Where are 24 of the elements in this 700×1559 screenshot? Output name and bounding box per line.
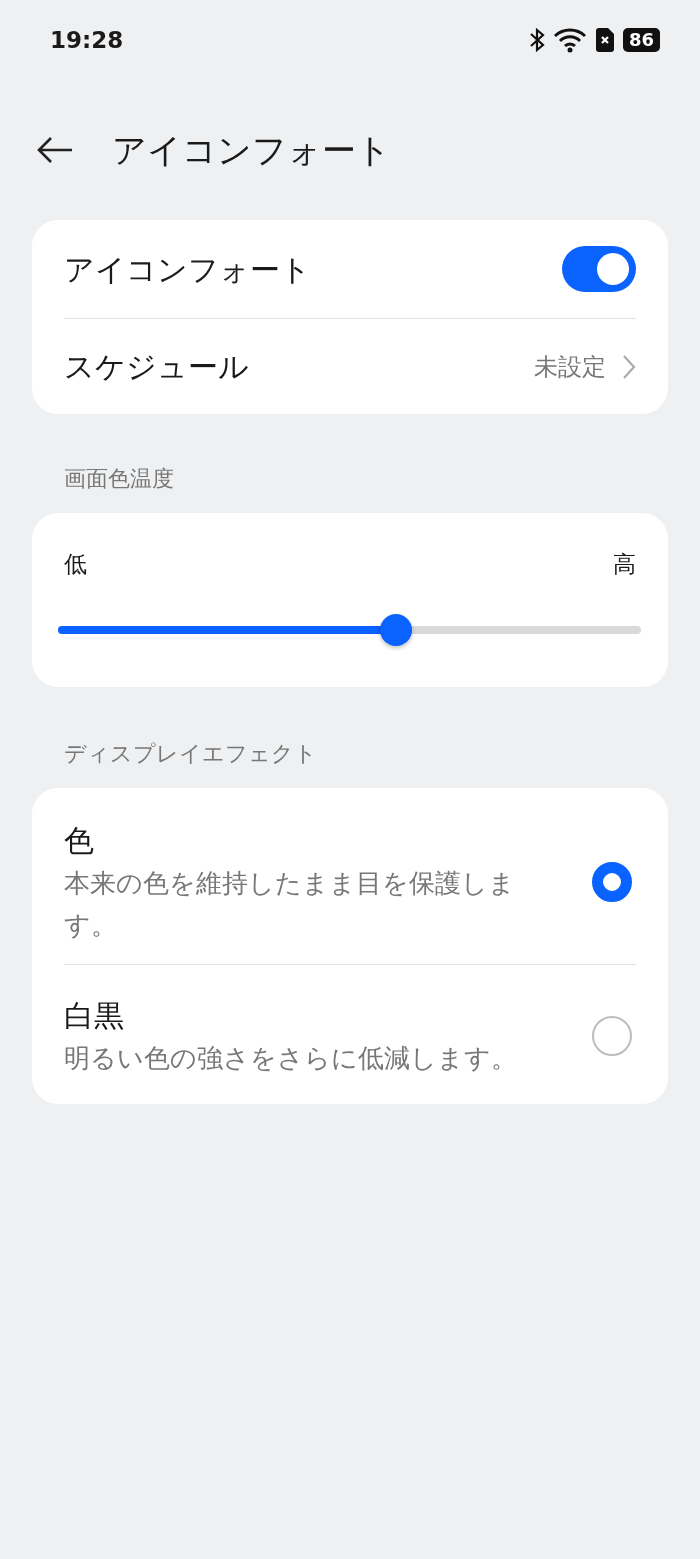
setting-value: 未設定 [534,351,606,383]
high-label: 高 [613,550,636,579]
low-label: 低 [64,550,87,579]
option-title: 色 [64,822,95,860]
setting-label: アイコンフォート [64,250,311,289]
battery-level: 86 [622,28,660,52]
slider[interactable] [58,613,641,646]
page-title: アイコンフォート [112,128,391,172]
option-description: 本来の色を維持したまま目を保護します。 [64,867,516,942]
radio-button[interactable] [592,862,632,903]
slider-thumb[interactable] [380,613,413,646]
radio-button[interactable] [592,1016,632,1057]
bluetooth-icon [528,27,545,53]
section-heading: 画面色温度 [63,465,175,493]
setting-label: スケジュール [64,348,249,386]
wifi-icon [552,27,587,53]
back-button[interactable] [36,136,74,164]
option-title: 白黒 [64,997,125,1036]
chevron-icon [622,353,636,380]
section-heading: ディスプレイエフェクト [63,740,318,768]
option-description: 明るい色の強さをさらに低減します。 [64,1042,517,1076]
toggle-switch[interactable] [562,246,636,292]
sim-icon [594,27,615,53]
clock: 19:28 [50,25,124,55]
